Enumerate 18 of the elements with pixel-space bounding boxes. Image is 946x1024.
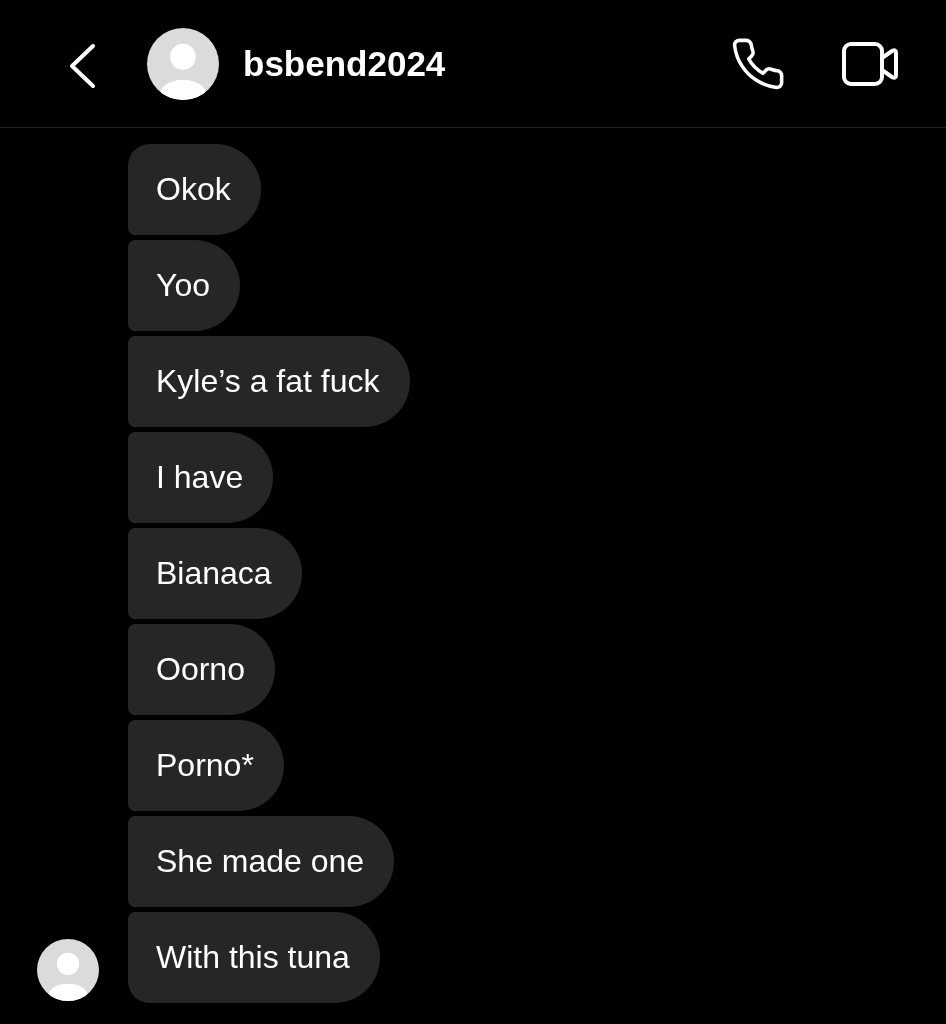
username[interactable]: bsbend2024 bbox=[243, 43, 446, 84]
back-chevron-icon bbox=[68, 42, 96, 89]
phone-icon bbox=[732, 37, 784, 90]
video-call-button[interactable] bbox=[842, 41, 898, 86]
message-bubble: Bianaca bbox=[128, 528, 302, 619]
video-camera-icon bbox=[842, 41, 898, 86]
back-button[interactable] bbox=[68, 42, 96, 89]
message-bubble: Kyle’s a fat fuck bbox=[128, 336, 410, 427]
message-bubble: With this tuna bbox=[128, 912, 380, 1003]
message-bubble: Porno* bbox=[128, 720, 284, 811]
avatar-icon bbox=[37, 939, 99, 1001]
message-bubble: Yoo bbox=[128, 240, 240, 331]
message-bubble: Okok bbox=[128, 144, 261, 235]
message-bubble: She made one bbox=[128, 816, 395, 907]
message-bubble: Oorno bbox=[128, 624, 275, 715]
message-bubble: I have bbox=[128, 432, 274, 523]
avatar-icon[interactable] bbox=[147, 27, 219, 100]
phone-call-button[interactable] bbox=[732, 37, 784, 90]
